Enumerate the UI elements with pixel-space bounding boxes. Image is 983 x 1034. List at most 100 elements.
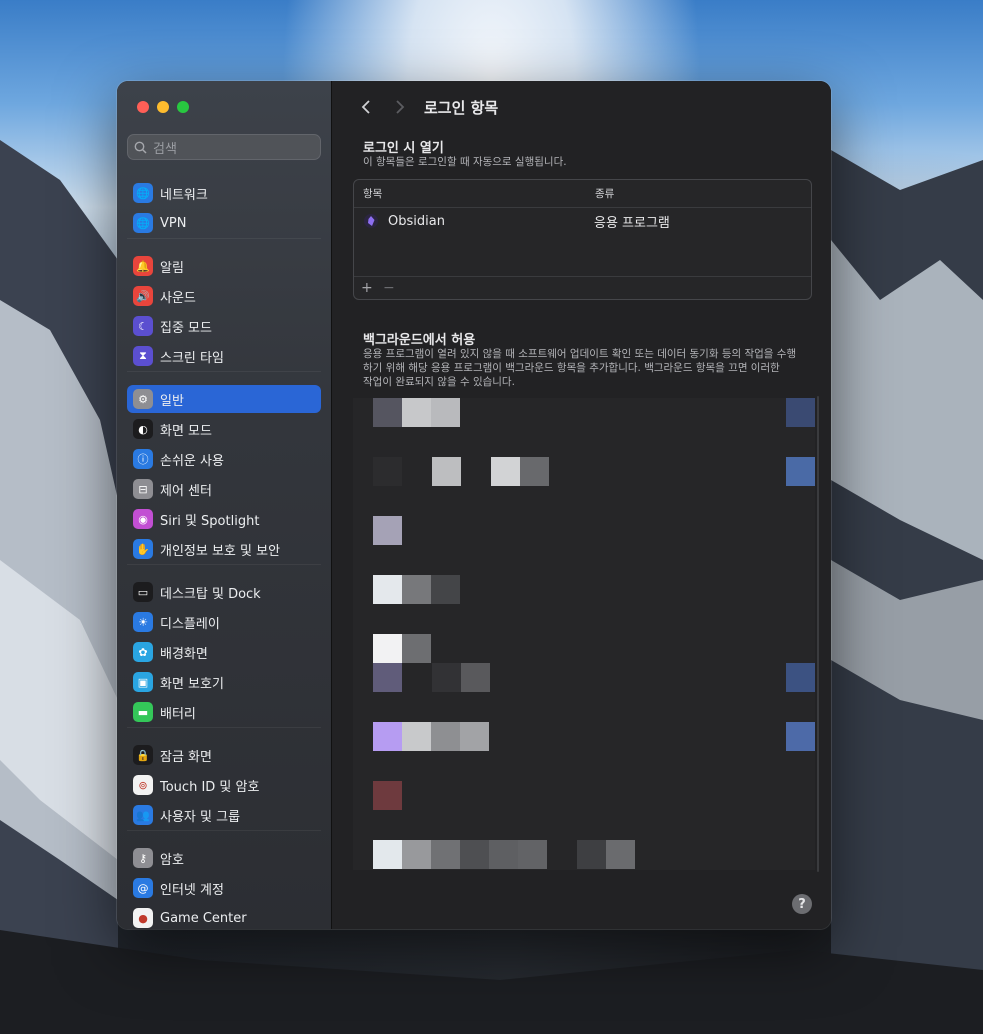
redacted-block <box>432 457 461 486</box>
sidebar-item[interactable]: 🔔 알림 <box>127 252 321 280</box>
redacted-block <box>373 516 402 545</box>
forward-button[interactable] <box>388 95 412 119</box>
redacted-block <box>373 722 402 751</box>
redacted-block <box>431 575 460 604</box>
sidebar-item[interactable]: ☀ 디스플레이 <box>127 608 321 636</box>
sun-icon: ☀ <box>133 612 153 632</box>
sidebar-divider <box>127 727 321 728</box>
sidebar-item[interactable]: ⧗ 스크린 타임 <box>127 342 321 370</box>
sidebar-item[interactable]: ☾ 집중 모드 <box>127 312 321 340</box>
battery-icon: ▬ <box>133 702 153 722</box>
sidebar-item-label: 잠금 화면 <box>160 749 212 765</box>
users-icon: 👥 <box>133 805 153 825</box>
hand-icon: ✋ <box>133 539 153 559</box>
login-section-desc: 이 항목들은 로그인할 때 자동으로 실행됩니다. <box>363 156 567 168</box>
sidebar-item[interactable]: 🌐 VPN <box>127 209 321 237</box>
search-placeholder: 검색 <box>153 141 177 157</box>
gear-icon: ⚙ <box>133 389 153 409</box>
sidebar-item-label: Touch ID 및 암호 <box>160 779 260 795</box>
sidebar-item-label: 디스플레이 <box>160 616 220 632</box>
back-button[interactable] <box>354 95 378 119</box>
minimize-button[interactable] <box>157 101 169 113</box>
sidebar-item[interactable]: ● Game Center <box>127 904 321 929</box>
game-center-icon: ● <box>133 908 153 928</box>
sidebar-item[interactable]: ▬ 배터리 <box>127 698 321 726</box>
traffic-lights <box>137 101 189 113</box>
sidebar-item[interactable]: ⚙ 일반 <box>127 385 321 413</box>
main-pane: 로그인 항목 로그인 시 열기 이 항목들은 로그인할 때 자동으로 실행됩니다… <box>332 81 831 929</box>
column-header-type[interactable]: 종류 <box>595 186 614 201</box>
redacted-block <box>402 840 431 869</box>
dock-icon: ▭ <box>133 582 153 602</box>
sidebar-divider <box>127 564 321 565</box>
redacted-block <box>460 722 489 751</box>
add-button[interactable]: + <box>361 280 383 296</box>
background-section-desc-2: 하기 위해 해당 응용 프로그램이 백그라운드 항목을 추가합니다. 백그라운드… <box>363 362 780 374</box>
sidebar-item[interactable]: ✋ 개인정보 보호 및 보안 <box>127 535 321 563</box>
sidebar-item-label: 배터리 <box>160 706 196 722</box>
remove-button[interactable]: − <box>383 280 395 296</box>
background-section-title: 백그라운드에서 허용 <box>363 333 476 348</box>
sidebar-item[interactable]: ▣ 화면 보호기 <box>127 668 321 696</box>
key-icon: ⚷ <box>133 848 153 868</box>
background-section-desc-3: 작업이 완료되지 않을 수 있습니다. <box>363 376 515 388</box>
sidebar-item[interactable]: 🔒 잠금 화면 <box>127 741 321 769</box>
search-input[interactable]: 검색 <box>127 134 321 160</box>
sidebar-item[interactable]: ✿ 배경화면 <box>127 638 321 666</box>
screensaver-icon: ▣ <box>133 672 153 692</box>
sidebar-item[interactable]: 🔊 사운드 <box>127 282 321 310</box>
sidebar-item-label: 암호 <box>160 852 184 868</box>
redacted-block <box>431 840 460 869</box>
redacted-toggle[interactable] <box>786 457 815 486</box>
close-button[interactable] <box>137 101 149 113</box>
login-section-title: 로그인 시 열기 <box>363 141 444 156</box>
redacted-toggle[interactable] <box>786 663 815 692</box>
settings-window: 검색 🌐 네트워크 🌐 VPN 🔔 알림 🔊 사운드 ☾ 집중 모드 ⧗ 스크린 타임 ⚙ 일반 ◐ 화면 모… <box>117 81 831 929</box>
search-icon <box>134 141 147 154</box>
sidebar-item[interactable]: ◉ Siri 및 Spotlight <box>127 505 321 533</box>
sidebar-item-label: 사용자 및 그룹 <box>160 809 241 825</box>
sidebar-item[interactable]: ⓘ 손쉬운 사용 <box>127 445 321 473</box>
scrollbar[interactable] <box>817 396 819 872</box>
chevron-left-icon <box>361 100 370 114</box>
redacted-block <box>402 575 431 604</box>
redacted-block <box>461 663 490 692</box>
toolbar: 로그인 항목 <box>354 95 498 119</box>
redacted-block <box>432 663 461 692</box>
sidebar-item-label: Game Center <box>160 910 247 926</box>
help-button[interactable]: ? <box>792 894 812 914</box>
bell-icon: 🔔 <box>133 256 153 276</box>
table-footer: + − <box>354 276 811 299</box>
moon-icon: ☾ <box>133 316 153 336</box>
sidebar-item[interactable]: ⚷ 암호 <box>127 844 321 872</box>
sidebar-item[interactable]: 👥 사용자 및 그룹 <box>127 801 321 829</box>
sidebar-item[interactable]: @ 인터넷 계정 <box>127 874 321 902</box>
redacted-block <box>373 398 402 427</box>
obsidian-icon <box>363 213 379 229</box>
redacted-toggle[interactable] <box>786 398 815 427</box>
zoom-button[interactable] <box>177 101 189 113</box>
redacted-block <box>373 634 402 663</box>
redacted-block <box>606 840 635 869</box>
sidebar-item[interactable]: ⊚ Touch ID 및 암호 <box>127 771 321 799</box>
background-items-list <box>353 398 815 870</box>
redacted-toggle[interactable] <box>786 722 815 751</box>
sidebar-item-label: 개인정보 보호 및 보안 <box>160 543 281 559</box>
sidebar-item[interactable]: ⊟ 제어 센터 <box>127 475 321 503</box>
sidebar: 검색 🌐 네트워크 🌐 VPN 🔔 알림 🔊 사운드 ☾ 집중 모드 ⧗ 스크린 타임 ⚙ 일반 ◐ 화면 모… <box>117 81 332 929</box>
sidebar-item-label: 스크린 타임 <box>160 350 224 366</box>
siri-icon: ◉ <box>133 509 153 529</box>
redacted-block <box>402 722 431 751</box>
sidebar-item[interactable]: ◐ 화면 모드 <box>127 415 321 443</box>
hourglass-icon: ⧗ <box>133 346 153 366</box>
sidebar-item[interactable]: 🌐 네트워크 <box>127 179 321 207</box>
sidebar-divider <box>127 238 321 239</box>
column-header-item[interactable]: 항목 <box>363 186 595 201</box>
chevron-right-icon <box>396 100 405 114</box>
table-row[interactable]: Obsidian 응용 프로그램 <box>354 208 811 234</box>
sidebar-item-label: 사운드 <box>160 290 196 306</box>
redacted-block <box>402 398 431 427</box>
sidebar-item-label: 화면 모드 <box>160 423 212 439</box>
sidebar-item[interactable]: ▭ 데스크탑 및 Dock <box>127 578 321 606</box>
redacted-block <box>373 781 402 810</box>
